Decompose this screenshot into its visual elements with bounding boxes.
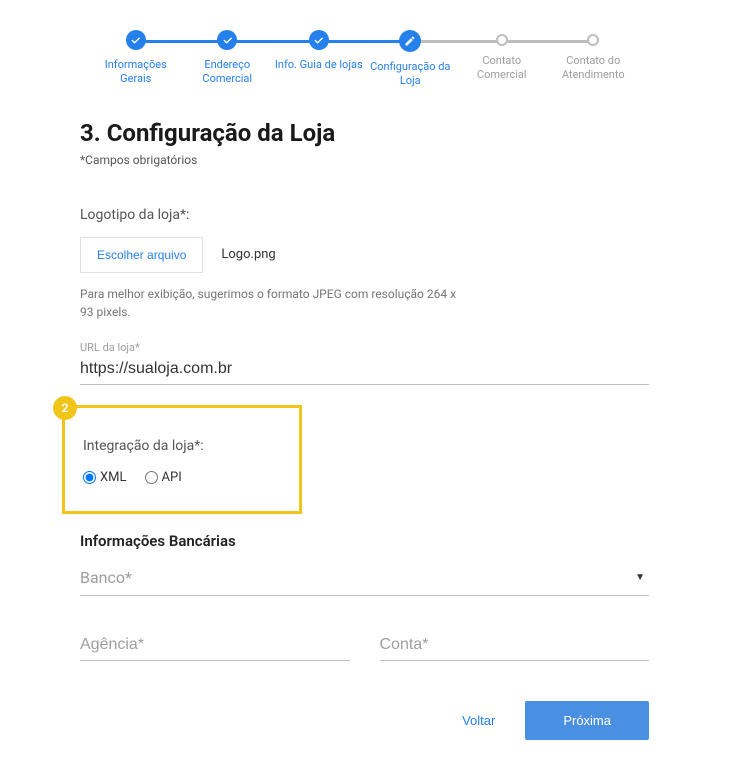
radio-xml-input[interactable] bbox=[83, 471, 96, 484]
url-label: URL da loja* bbox=[80, 341, 649, 354]
agency-input[interactable] bbox=[80, 632, 350, 661]
annotation-marker: 2 bbox=[53, 396, 77, 420]
step-endereco[interactable]: Endereço Comercial bbox=[182, 30, 274, 87]
chevron-down-icon: ▼ bbox=[635, 572, 645, 583]
integration-highlight-box: 2 Integração da loja*: XML API bbox=[62, 405, 302, 514]
selected-file-name: Logo.png bbox=[221, 247, 275, 262]
check-icon bbox=[126, 30, 146, 50]
store-url-input[interactable] bbox=[80, 356, 649, 385]
page-title: 3. Configuração da Loja bbox=[80, 119, 649, 147]
radio-xml[interactable]: XML bbox=[83, 470, 127, 485]
radio-api-input[interactable] bbox=[145, 471, 158, 484]
back-button[interactable]: Voltar bbox=[462, 713, 495, 728]
step-label: Info. Guia de lojas bbox=[275, 58, 363, 72]
logo-label: Logotipo da loja*: bbox=[80, 207, 649, 223]
account-input[interactable] bbox=[380, 632, 650, 661]
bank-placeholder: Banco* bbox=[80, 568, 132, 587]
step-contato-comercial[interactable]: Contato Comercial bbox=[456, 30, 548, 83]
step-label: Contato do Atendimento bbox=[548, 54, 638, 83]
circle-icon bbox=[587, 34, 599, 46]
check-icon bbox=[217, 30, 237, 50]
radio-api[interactable]: API bbox=[145, 470, 182, 485]
step-configuracao[interactable]: Configuração da Loja bbox=[365, 30, 457, 89]
step-label: Configuração da Loja bbox=[365, 60, 455, 89]
circle-icon bbox=[496, 34, 508, 46]
step-guia-lojas[interactable]: Info. Guia de lojas bbox=[273, 30, 365, 72]
edit-icon bbox=[399, 30, 421, 52]
next-button[interactable]: Próxima bbox=[525, 701, 649, 740]
check-icon bbox=[309, 30, 329, 50]
step-info-gerais[interactable]: Informações Gerais bbox=[90, 30, 182, 87]
radio-api-label: API bbox=[162, 470, 182, 485]
logo-hint: Para melhor exibição, sugerimos o format… bbox=[80, 285, 460, 321]
step-label: Contato Comercial bbox=[457, 54, 547, 83]
stepper: Informações Gerais Endereço Comercial In… bbox=[90, 30, 639, 89]
step-contato-atendimento[interactable]: Contato do Atendimento bbox=[548, 30, 640, 83]
choose-file-button[interactable]: Escolher arquivo bbox=[80, 237, 203, 273]
radio-xml-label: XML bbox=[100, 470, 127, 485]
integration-label: Integração da loja*: bbox=[83, 438, 281, 454]
bank-select[interactable]: Banco* ▼ bbox=[80, 568, 649, 596]
bank-section-title: Informações Bancárias bbox=[80, 532, 649, 550]
step-label: Endereço Comercial bbox=[182, 58, 272, 87]
required-fields-note: *Campos obrigatórios bbox=[80, 153, 649, 167]
step-label: Informações Gerais bbox=[91, 58, 181, 87]
